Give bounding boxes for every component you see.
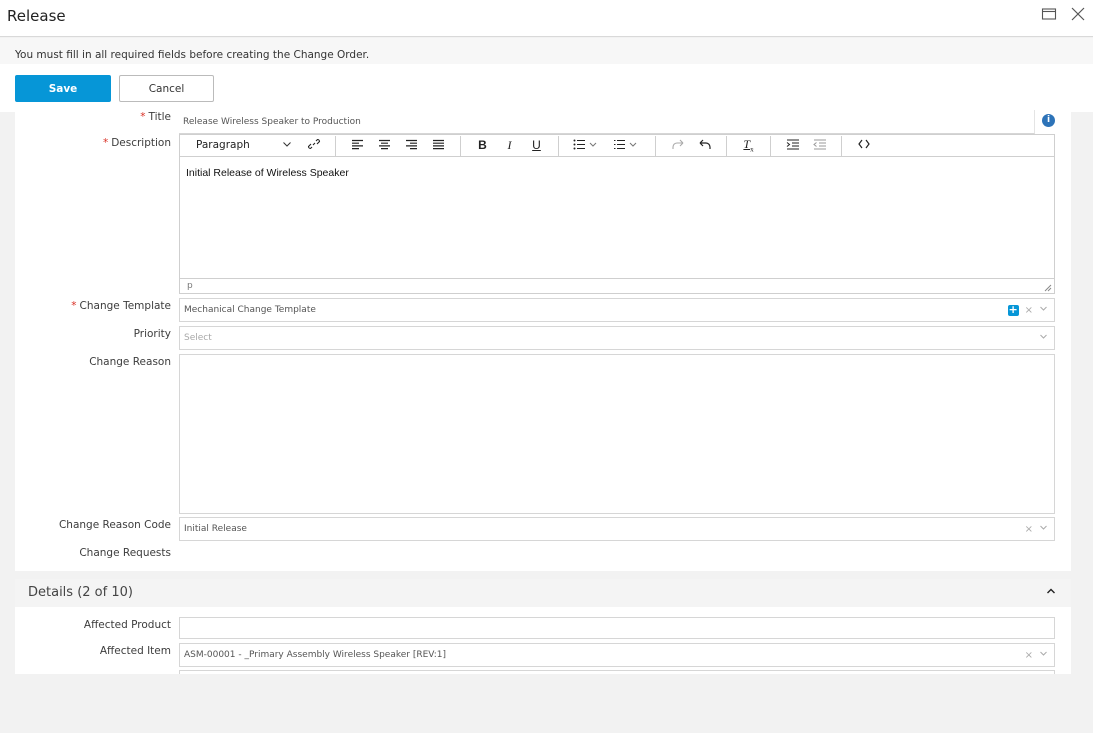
- format-select[interactable]: Paragraph: [180, 139, 300, 152]
- dialog-title: Release: [7, 7, 66, 25]
- source-code-icon[interactable]: [850, 139, 877, 152]
- window-maximize-icon[interactable]: [1041, 6, 1059, 24]
- editor-statusbar: p: [180, 278, 1054, 293]
- chevron-down-icon[interactable]: [1039, 523, 1048, 535]
- change-reason-label: Change Reason: [89, 356, 171, 368]
- priority-label: Priority: [133, 328, 171, 340]
- change-reason-textarea[interactable]: [179, 354, 1055, 514]
- change-reason-code-label: Change Reason Code: [58, 519, 171, 531]
- description-editor[interactable]: Paragraph B I U Tx Initial Release of Wi…: [179, 134, 1055, 294]
- chevron-down-icon: [282, 139, 292, 152]
- clear-formatting-icon[interactable]: Tx: [735, 137, 762, 153]
- bullet-list-icon[interactable]: [567, 139, 607, 153]
- affected-item-select[interactable]: ASM-00001 - _Primary Assembly Wireless S…: [179, 643, 1055, 667]
- save-button[interactable]: Save: [15, 75, 111, 102]
- resize-handle-icon[interactable]: [1043, 283, 1052, 292]
- add-template-icon[interactable]: +: [1007, 304, 1019, 316]
- change-template-select[interactable]: Mechanical Change Template + ×: [179, 298, 1055, 322]
- chevron-down-icon[interactable]: [1039, 332, 1048, 344]
- redo-icon[interactable]: [664, 138, 691, 153]
- close-icon[interactable]: [1070, 6, 1088, 24]
- chevron-down-icon[interactable]: [1039, 304, 1048, 316]
- element-path: p: [187, 281, 193, 291]
- title-label: * Title: [140, 111, 171, 123]
- clear-icon[interactable]: ×: [1025, 305, 1033, 316]
- description-content[interactable]: Initial Release of Wireless Speaker: [186, 167, 349, 179]
- align-justify-icon[interactable]: [425, 139, 452, 153]
- bold-icon[interactable]: B: [469, 138, 496, 153]
- details-title: Details (2 of 10): [28, 585, 133, 600]
- editor-toolbar: Paragraph B I U Tx: [180, 135, 1054, 157]
- change-requests-label: Change Requests: [79, 547, 171, 559]
- affected-item-label: Affected Item: [99, 645, 171, 657]
- italic-icon[interactable]: I: [496, 138, 523, 153]
- info-icon[interactable]: i: [1042, 114, 1055, 127]
- numbered-list-icon[interactable]: [607, 139, 647, 153]
- indent-icon[interactable]: [779, 138, 806, 153]
- affected-product-label: Affected Product: [83, 619, 171, 631]
- change-reason-code-select[interactable]: Initial Release ×: [179, 517, 1055, 541]
- chevron-down-icon[interactable]: [1039, 649, 1048, 661]
- clear-icon[interactable]: ×: [1025, 650, 1033, 661]
- clear-icon[interactable]: ×: [1025, 524, 1033, 535]
- outdent-icon[interactable]: [806, 138, 833, 153]
- align-left-icon[interactable]: [344, 139, 371, 153]
- change-template-label: * Change Template: [71, 300, 171, 312]
- link-icon[interactable]: [300, 137, 327, 154]
- undo-icon[interactable]: [691, 138, 718, 153]
- align-right-icon[interactable]: [398, 139, 425, 153]
- details-section-header[interactable]: Details (2 of 10): [15, 579, 1071, 607]
- underline-icon[interactable]: U: [523, 138, 550, 153]
- cancel-button[interactable]: Cancel: [119, 75, 214, 102]
- title-input[interactable]: Release Wireless Speaker to Production: [179, 110, 1035, 134]
- priority-select[interactable]: Select: [179, 326, 1055, 350]
- description-label: * Description: [102, 137, 171, 149]
- dialog-titlebar: Release: [0, 0, 1093, 37]
- align-center-icon[interactable]: [371, 139, 398, 153]
- affected-product-input[interactable]: [179, 617, 1055, 639]
- required-fields-notice: You must fill in all required fields bef…: [15, 49, 370, 61]
- next-field-input[interactable]: [179, 670, 1055, 674]
- chevron-up-icon[interactable]: [1046, 586, 1056, 599]
